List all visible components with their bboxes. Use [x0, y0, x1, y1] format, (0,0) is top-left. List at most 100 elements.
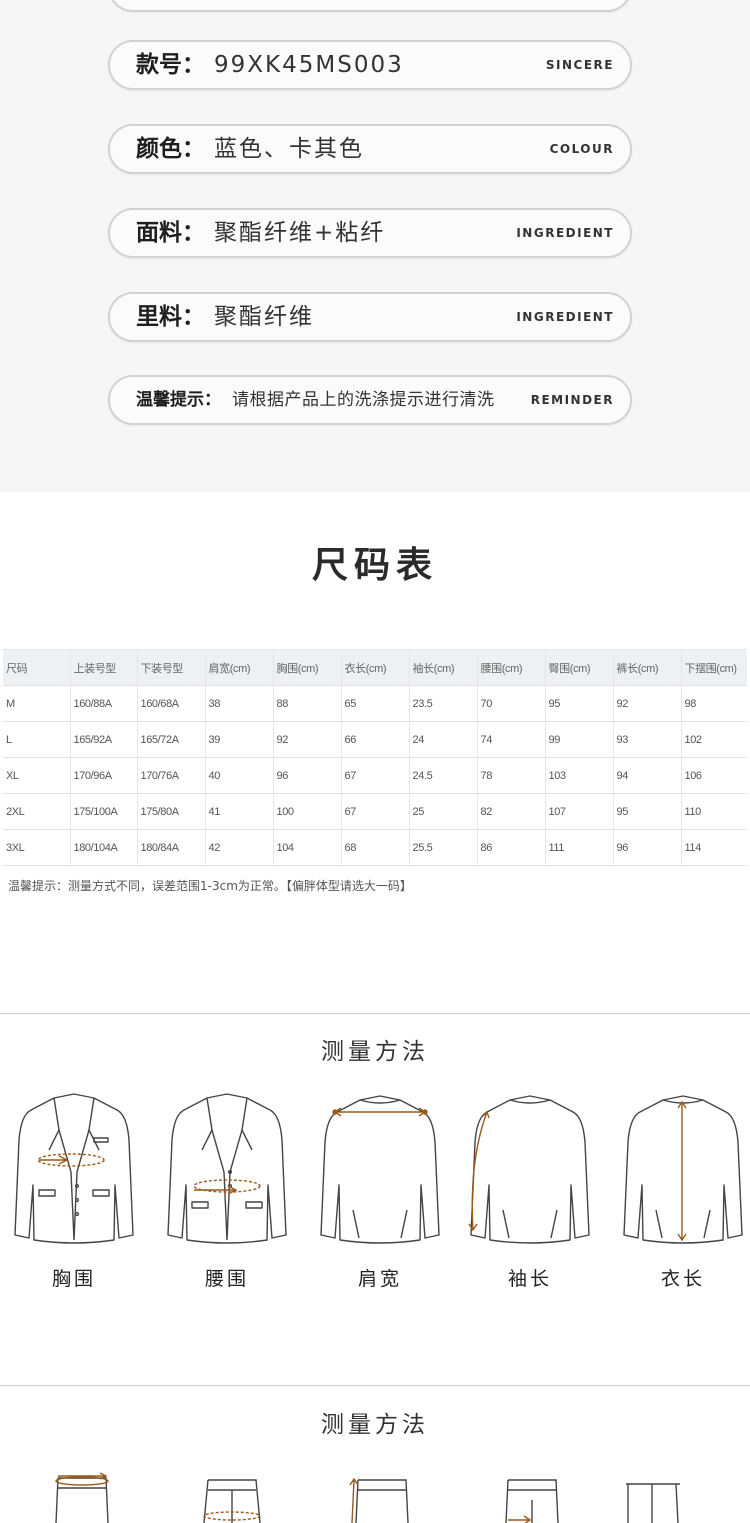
table-cell: 82: [476, 793, 545, 830]
table-row: 3XL 180/104A 180/84A 42 104 68 25.5 86 111 96 114: [3, 829, 747, 866]
table-cell: 106: [680, 757, 747, 794]
info-pill-style-number: 款号： 99XK45MS003 SINCERE: [108, 40, 632, 90]
table-cell: 39: [204, 721, 273, 758]
table-cell: 24.5: [408, 757, 477, 794]
section-divider: [0, 1013, 750, 1014]
info-label: 里料：: [136, 304, 205, 330]
table-header: 下装号型: [136, 649, 205, 686]
table-cell: 102: [680, 721, 747, 758]
measure-label-waist: 腰围: [204, 1268, 249, 1290]
table-cell: 93: [612, 721, 681, 758]
jacket-sleeve-icon: [465, 1090, 595, 1250]
info-value: 99XK45MS003: [214, 52, 404, 78]
info-en-tag: SINCERE: [545, 58, 614, 72]
info-value: 蓝色、卡其色: [214, 136, 364, 162]
table-cell: 23.5: [408, 685, 477, 722]
table-cell: 25: [408, 793, 477, 830]
table-cell: 86: [476, 829, 545, 866]
table-cell: 111: [544, 829, 613, 866]
table-cell: 180/104A: [69, 829, 137, 866]
table-header: 袖长(cm): [408, 649, 477, 686]
jacket-shoulder-icon: [315, 1090, 445, 1250]
measure-label-sleeve: 袖长: [507, 1268, 552, 1290]
pants-length-icon: [618, 1470, 748, 1523]
table-header: 裤长(cm): [612, 649, 681, 686]
info-value: 聚酯纤维: [214, 304, 314, 330]
table-cell: 38: [204, 685, 273, 722]
table-cell: 40: [204, 757, 273, 794]
table-row: 2XL 175/100A 175/80A 41 100 67 25 82 107 95 110: [3, 793, 747, 830]
table-cell: 74: [476, 721, 545, 758]
measure-label-chest: 胸围: [51, 1268, 96, 1290]
info-en-tag: INGREDIENT: [516, 310, 614, 324]
table-header: 上装号型: [69, 649, 137, 686]
table-cell: 160/88A: [69, 685, 137, 722]
table-cell: 170/76A: [136, 757, 205, 794]
table-cell: 175/80A: [136, 793, 205, 830]
table-cell: 94: [612, 757, 681, 794]
table-cell: 42: [204, 829, 273, 866]
table-cell: 2XL: [3, 793, 70, 830]
table-header: 腰围(cm): [476, 649, 545, 686]
info-pill-partial: [108, 0, 632, 12]
table-cell: XL: [3, 757, 70, 794]
table-cell: L: [3, 721, 70, 758]
measure-title-pants: 测量方法: [321, 1412, 429, 1438]
info-pill-reminder: 温馨提示： 请根据产品上的洗涤提示进行清洗 REMINDER: [108, 375, 632, 425]
table-cell: 100: [272, 793, 341, 830]
info-pill-fabric: 面料： 聚酯纤维+粘纤 INGREDIENT: [108, 208, 632, 258]
pants-waist-icon: [18, 1470, 148, 1523]
info-pill-colour: 颜色： 蓝色、卡其色 COLOUR: [108, 124, 632, 174]
table-cell: 68: [340, 829, 409, 866]
table-cell: 41: [204, 793, 273, 830]
table-cell: 96: [612, 829, 681, 866]
table-header-row: 尺码 上装号型 下装号型 肩宽(cm) 胸围(cm) 衣长(cm) 袖长(cm)…: [3, 649, 747, 686]
jacket-waist-icon: [162, 1090, 292, 1250]
table-cell: 67: [340, 793, 409, 830]
table-cell: 66: [340, 721, 409, 758]
info-value: 聚酯纤维+粘纤: [214, 220, 386, 246]
table-header: 肩宽(cm): [204, 649, 273, 686]
size-table: 尺码 上装号型 下装号型 肩宽(cm) 胸围(cm) 衣长(cm) 袖长(cm)…: [3, 649, 747, 866]
measure-label-length: 衣长: [660, 1268, 705, 1290]
measure-title-jacket: 测量方法: [321, 1039, 429, 1065]
table-cell: 110: [680, 793, 747, 830]
table-cell: 175/100A: [69, 793, 137, 830]
pants-rise-icon: [318, 1470, 448, 1523]
table-cell: 65: [340, 685, 409, 722]
product-info-section: 款号： 99XK45MS003 SINCERE 颜色： 蓝色、卡其色 COLOU…: [0, 0, 750, 492]
table-cell: 96: [272, 757, 341, 794]
table-cell: 92: [612, 685, 681, 722]
info-value: 请根据产品上的洗涤提示进行清洗: [232, 390, 495, 410]
table-cell: 99: [544, 721, 613, 758]
table-cell: 160/68A: [136, 685, 205, 722]
table-cell: 67: [340, 757, 409, 794]
table-cell: 88: [272, 685, 341, 722]
size-chart-title: 尺码表: [311, 545, 438, 586]
table-cell: 165/92A: [69, 721, 137, 758]
table-cell: 170/96A: [69, 757, 137, 794]
table-cell: 95: [544, 685, 613, 722]
info-label: 颜色：: [136, 136, 205, 162]
table-cell: 165/72A: [136, 721, 205, 758]
table-row: XL 170/96A 170/76A 40 96 67 24.5 78 103 94 106: [3, 757, 747, 794]
table-row: M 160/88A 160/68A 38 88 65 23.5 70 95 92 98: [3, 685, 747, 722]
table-cell: 104: [272, 829, 341, 866]
info-label: 款号：: [136, 52, 205, 78]
jacket-chest-icon: [9, 1090, 139, 1250]
table-cell: 3XL: [3, 829, 70, 866]
table-cell: 180/84A: [136, 829, 205, 866]
info-en-tag: REMINDER: [530, 393, 614, 407]
table-header: 臀围(cm): [544, 649, 613, 686]
table-cell: 70: [476, 685, 545, 722]
info-label: 温馨提示：: [136, 390, 221, 410]
table-header: 衣长(cm): [340, 649, 409, 686]
table-cell: 107: [544, 793, 613, 830]
jacket-length-icon: [618, 1090, 748, 1250]
pants-hip-icon: [168, 1470, 298, 1523]
table-cell: 95: [612, 793, 681, 830]
table-header: 尺码: [3, 649, 70, 686]
table-cell: 98: [680, 685, 747, 722]
section-divider: [0, 1385, 750, 1386]
table-cell: 78: [476, 757, 545, 794]
